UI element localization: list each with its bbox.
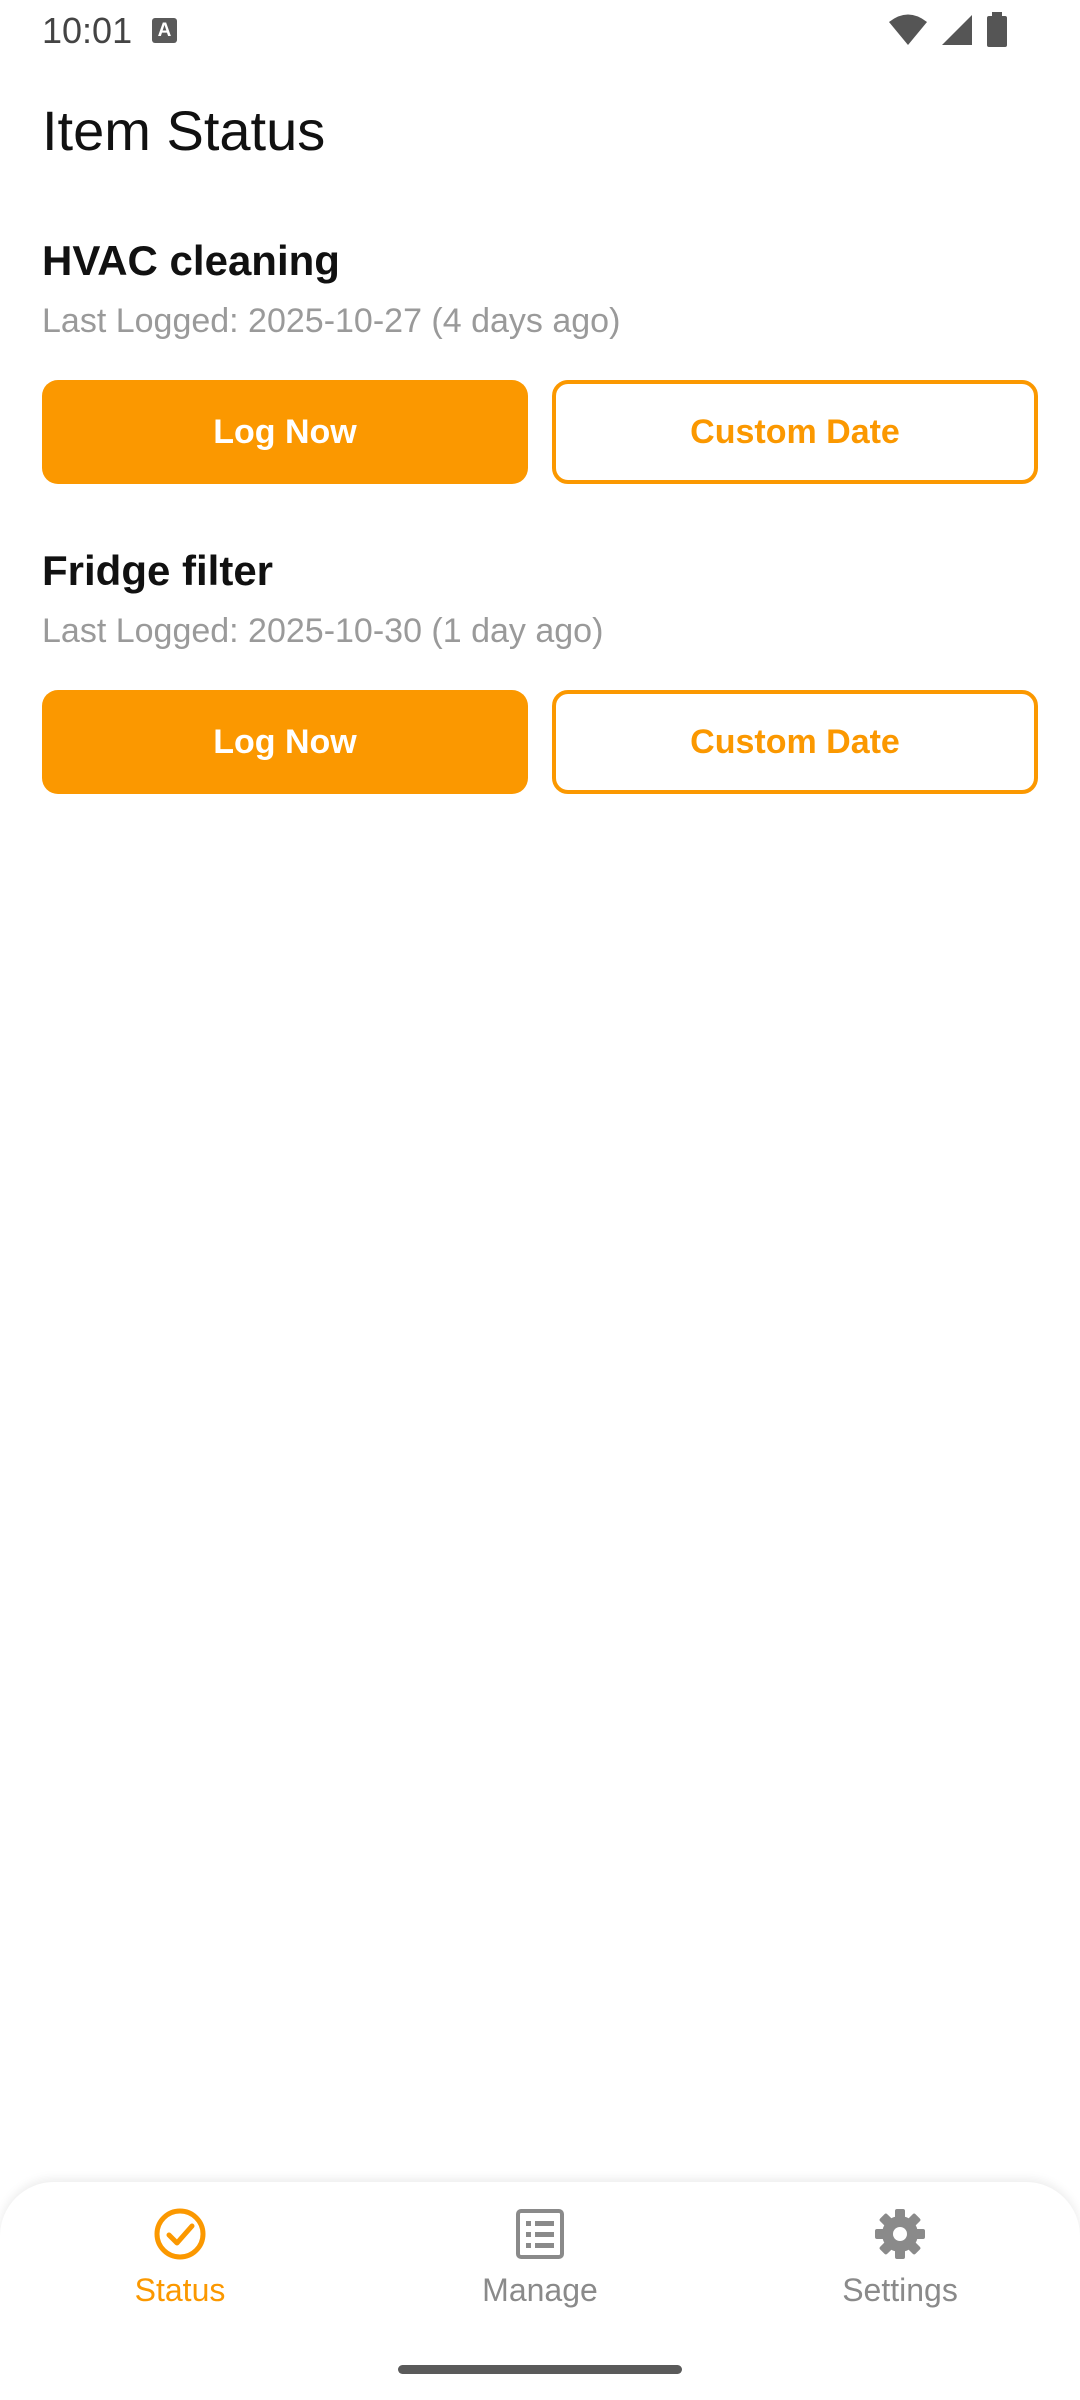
nav-item-settings[interactable]: Settings [780, 2206, 1020, 2336]
page-title: Item Status [42, 99, 326, 162]
log-now-button[interactable]: Log Now [42, 690, 528, 794]
check-circle-icon [154, 2208, 206, 2260]
gear-icon [875, 2209, 925, 2259]
last-logged-text: Last Logged: 2025-10-30 (1 day ago) [42, 612, 604, 650]
last-logged-text: Last Logged: 2025-10-27 (4 days ago) [42, 302, 621, 340]
status-time: 10:01 [42, 10, 133, 51]
custom-date-button[interactable]: Custom Date [552, 380, 1038, 484]
wifi-icon [889, 14, 927, 45]
nav-item-manage[interactable]: Manage [420, 2206, 660, 2336]
app-screen: 10:01 A Item Status HVAC cleaning Last L… [0, 0, 1080, 2400]
list-item: Fridge filter Last Logged: 2025-10-30 (1… [42, 547, 1038, 794]
log-now-button[interactable]: Log Now [42, 380, 528, 484]
signal-icon [942, 15, 972, 45]
list-item: HVAC cleaning Last Logged: 2025-10-27 (4… [42, 237, 1038, 484]
item-name: HVAC cleaning [42, 237, 340, 284]
item-actions: Log Now Custom Date [42, 690, 1038, 794]
nav-label-settings: Settings [842, 2272, 958, 2308]
nav-label-manage: Manage [482, 2272, 598, 2308]
item-actions: Log Now Custom Date [42, 380, 1038, 484]
list-icon [516, 2209, 564, 2259]
status-icons [888, 12, 1008, 48]
nav-label-status: Status [134, 2272, 226, 2308]
battery-icon [987, 12, 1007, 47]
status-bar: 10:01 A [0, 0, 1080, 62]
home-indicator[interactable] [398, 2365, 682, 2374]
custom-date-button[interactable]: Custom Date [552, 690, 1038, 794]
a-notification-icon: A [152, 18, 177, 43]
item-name: Fridge filter [42, 547, 274, 594]
nav-item-status[interactable]: Status [60, 2206, 300, 2336]
